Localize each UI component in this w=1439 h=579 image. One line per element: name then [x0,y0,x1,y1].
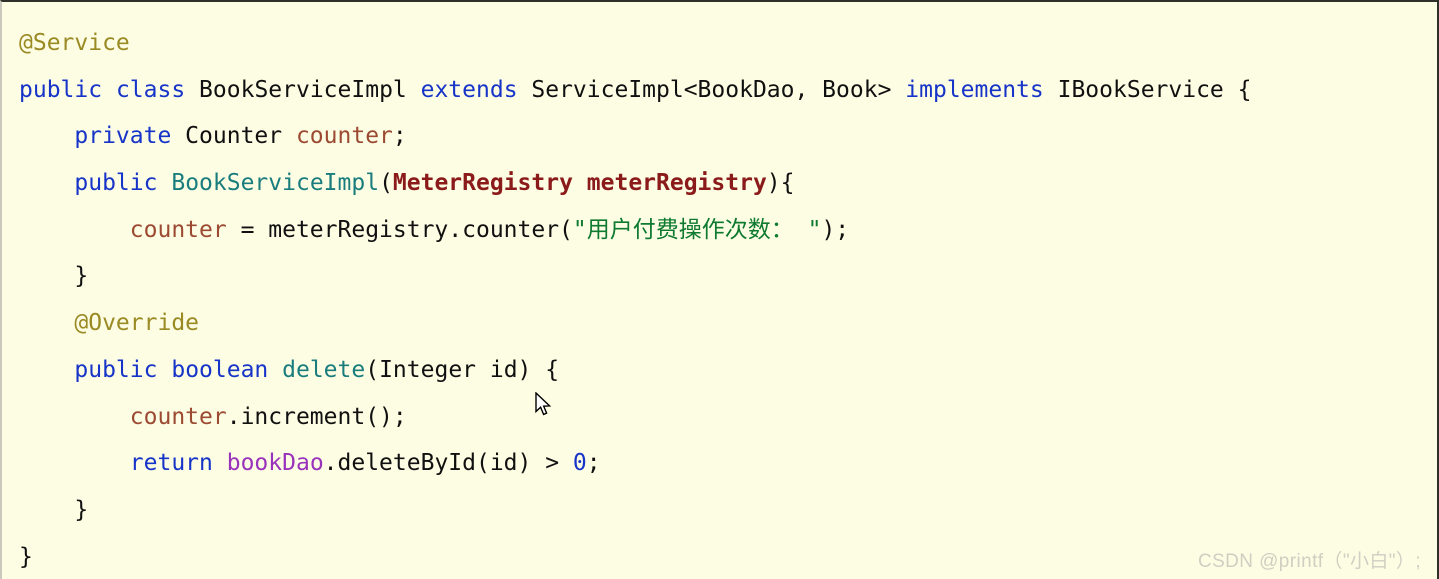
code-token-string: "用户付费操作次数： " [572,216,822,243]
code-token-plain: = meterRegistry.counter( [226,216,573,243]
code-token-plain: ( [379,170,393,197]
code-editor-content[interactable]: @Service public class BookServiceImpl ext… [19,20,1437,579]
code-token-plain: .deleteById(id) > [323,450,573,477]
code-token-field: counter [129,403,227,430]
csdn-watermark: CSDN @printf（"小白"）; [1197,551,1421,572]
code-token-annotation: @Service [19,30,130,56]
code-token-plain: } [19,263,89,290]
code-token-annotation: @Override [74,310,200,337]
code-line: private Counter counter; [19,113,1437,160]
code-token-constructor: BookServiceImpl [171,170,380,197]
code-line: public class BookServiceImpl extends Ser… [19,67,1437,114]
code-line: public boolean delete(Integer id) { [19,347,1437,394]
code-token-plain: .increment(); [226,403,407,430]
code-token-plain: } [19,496,89,523]
code-line: public BookServiceImpl(MeterRegistry met… [19,160,1437,207]
code-line: } [19,487,1437,534]
code-line: @Override [19,300,1437,347]
code-token-plain: BookServiceImpl [185,76,421,103]
code-token-method: delete [282,356,366,383]
code-token-plain: (Integer id) { [365,356,560,383]
code-token-plain: ServiceImpl<BookDao, Book> [517,76,906,103]
code-token-number: 0 [572,450,587,477]
code-token-keyword: implements [905,76,1044,103]
code-token-keyword: class [115,76,186,103]
code-token-plain: ; [392,123,407,150]
code-token-keyword: return [129,450,213,477]
code-token-plain: ){ [766,170,795,197]
code-token-purple: bookDao [226,450,324,477]
code-token-keyword: boolean [171,356,269,383]
code-line: } [19,253,1437,300]
code-token-keyword: public [74,170,158,197]
code-line: @Service [19,20,1437,67]
code-token-keyword: extends [420,76,518,103]
code-snippet-window: @Service public class BookServiceImpl ext… [0,0,1439,579]
code-token-field: counter [295,123,393,150]
code-token-keyword: public [19,76,103,103]
code-token-plain: IBookService { [1043,76,1252,103]
code-token-plain: } [19,543,33,570]
code-line: counter.increment(); [19,394,1437,441]
code-token-keyword: public [74,356,158,383]
code-token-plain: ); [821,216,850,243]
code-token-field: counter [129,216,227,243]
code-line: return bookDao.deleteById(id) > 0; [19,440,1437,487]
code-token-plain: ; [586,450,601,477]
code-token-plain: Counter [171,123,296,150]
code-line: counter = meterRegistry.counter("用户付费操作次… [19,207,1437,254]
code-token-parameter: MeterRegistry meterRegistry [392,170,767,197]
code-token-keyword: private [74,123,172,150]
